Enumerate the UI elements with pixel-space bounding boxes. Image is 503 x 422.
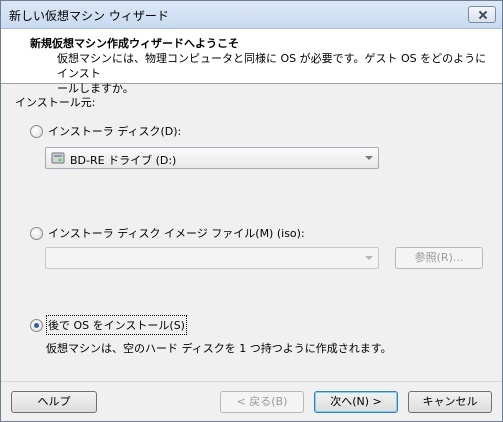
wizard-header: 新規仮想マシン作成ウィザードへようこそ 仮想マシンには、物理コンピュータと同様に…: [1, 29, 502, 95]
next-button[interactable]: 次へ(N) >: [314, 391, 398, 413]
radio-installer-disc[interactable]: インストーラ ディスク(D):: [30, 123, 181, 139]
radio-label: 後で OS をインストール(S): [46, 315, 187, 335]
radio-button[interactable]: [30, 124, 43, 138]
radio-button[interactable]: [30, 226, 43, 240]
window-title: 新しい仮想マシン ウィザード: [9, 9, 169, 23]
optical-drive-icon: [51, 152, 65, 164]
iso-path-field[interactable]: [48, 250, 360, 266]
help-button[interactable]: ヘルプ: [11, 391, 97, 413]
description-line-1: 仮想マシンには、物理コンピュータと同様に OS が必要です。ゲスト OS をどの…: [57, 52, 487, 80]
cancel-button[interactable]: キャンセル: [408, 391, 492, 413]
wizard-window: 新しい仮想マシン ウィザード 新規仮想マシン作成ウィザードへようこそ 仮想マシン…: [0, 0, 503, 422]
radio-iso-file[interactable]: インストーラ ディスク イメージ ファイル(M) (iso):: [30, 225, 305, 241]
chevron-down-icon: [365, 156, 373, 160]
back-button[interactable]: < 戻る(B): [220, 391, 304, 413]
radio-label: インストーラ ディスク イメージ ファイル(M) (iso):: [48, 227, 305, 240]
browse-button[interactable]: 参照(R)...: [395, 247, 483, 269]
disc-drive-select[interactable]: BD-RE ドライブ (D:): [45, 147, 379, 169]
title-bar: 新しい仮想マシン ウィザード: [1, 1, 502, 29]
radio-button-selected[interactable]: [30, 318, 43, 332]
iso-path-combo[interactable]: [45, 247, 379, 269]
install-source-label: インストール元:: [15, 96, 96, 109]
radio-install-later[interactable]: 後で OS をインストール(S): [30, 315, 187, 335]
selected-drive: BD-RE ドライブ (D:): [70, 154, 177, 167]
footer-divider: [1, 381, 502, 382]
radio-label: インストーラ ディスク(D):: [48, 125, 182, 138]
chevron-down-icon: [365, 256, 373, 260]
install-later-info: 仮想マシンは、空のハード ディスクを 1 つ持つように作成されます。: [46, 342, 392, 355]
page-title: 新規仮想マシン作成ウィザードへようこそ: [30, 37, 239, 50]
page-description: 仮想マシンには、物理コンピュータと同様に OS が必要です。ゲスト OS をどの…: [57, 51, 487, 96]
close-icon[interactable]: [468, 6, 496, 23]
description-line-2: ールしますか。: [57, 82, 134, 95]
